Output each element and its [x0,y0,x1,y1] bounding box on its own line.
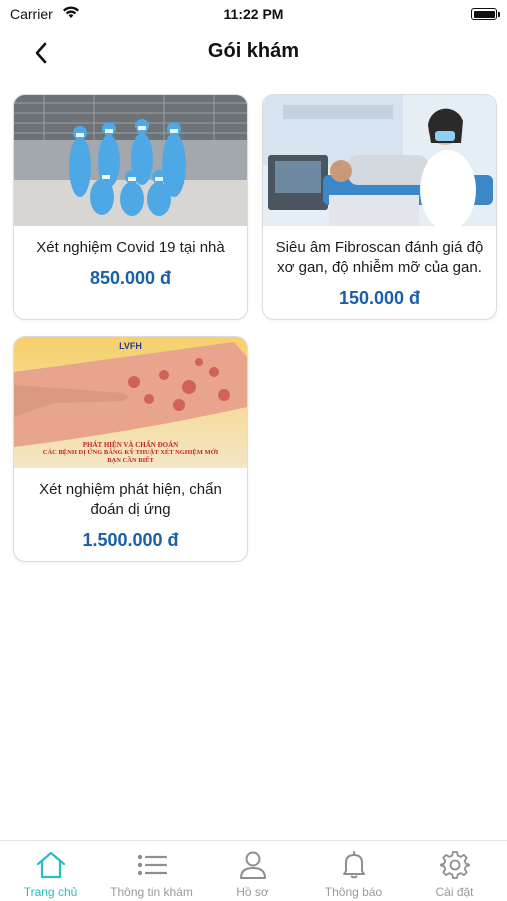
package-price: 1.500.000 đ [82,530,179,550]
fibroscan-image [263,95,496,226]
list-icon [135,848,169,882]
home-icon [34,848,68,882]
allergy-banner-brand: LVFH [119,341,142,351]
nav-header: Gói khám [0,30,507,74]
package-title: Xét nghiệm Covid 19 tại nhà [36,239,225,256]
tab-notifications[interactable]: Thông báo [303,841,404,901]
status-bar: Carrier 11:22 PM [0,0,507,28]
person-icon [236,848,270,882]
package-price: 850.000 đ [89,268,172,288]
gear-icon [438,848,472,882]
package-title: Xét nghiệm phát hiện, chẩn đoán dị ứng [39,481,222,518]
tab-label: Trang chủ [23,885,78,899]
allergy-banner-line: PHÁT HIỆN VÀ CHẨN ĐOÁN [82,441,179,449]
page-title: Gói khám [207,40,300,62]
tab-bar: Trang chủ Thông tin khám Hồ sơ Thông báo… [0,840,507,901]
tab-home[interactable]: Trang chủ [0,841,101,901]
package-title: Siêu âm Fibroscan đánh giá độ xơ gan, độ… [275,239,484,276]
bell-icon [337,848,371,882]
allergy-banner-line: CÁC BỆNH DỊ ỨNG BẰNG KỸ THUẬT XÉT NGHIỆM… [42,449,219,456]
package-card-allergy[interactable]: LVFH PHÁT HIỆN VÀ CHẨN ĐOÁN CÁC BỆNH DỊ … [13,336,248,562]
tab-label: Hồ sơ [236,885,269,899]
tab-settings[interactable]: Cài đặt [404,841,505,901]
covid-team-image [14,95,247,226]
battery-icon [471,8,500,20]
tab-exam-info[interactable]: Thông tin khám [101,841,202,901]
package-price: 150.000 đ [338,288,421,308]
allergy-banner-image: LVFH PHÁT HIỆN VÀ CHẨN ĐOÁN CÁC BỆNH DỊ … [14,337,247,468]
tab-label: Cài đặt [435,885,474,899]
tab-label: Thông báo [324,885,383,899]
package-card-fibroscan[interactable]: Siêu âm Fibroscan đánh giá độ xơ gan, độ… [262,94,497,320]
clock: 11:22 PM [223,6,284,22]
package-card-covid[interactable]: Xét nghiệm Covid 19 tại nhà 850.000 đ [13,94,248,320]
allergy-banner-line: BẠN CẦN BIẾT [107,457,154,464]
tab-label: Thông tin khám [110,885,193,899]
tab-profile[interactable]: Hồ sơ [202,841,303,901]
